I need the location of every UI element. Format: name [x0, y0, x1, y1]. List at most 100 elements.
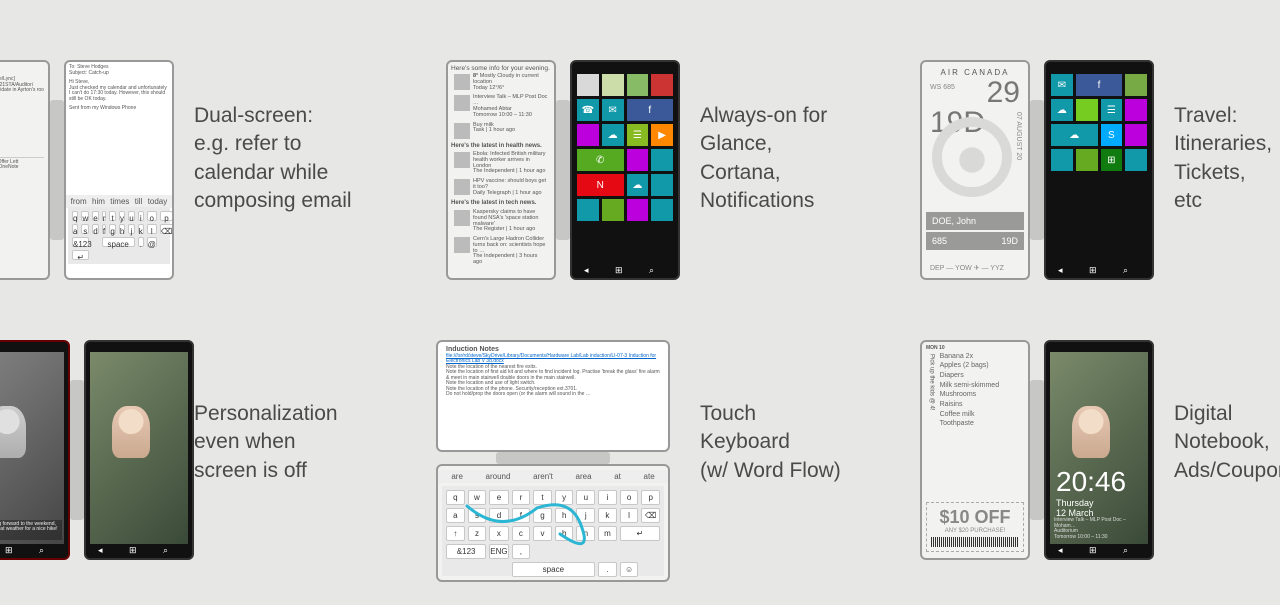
key[interactable]: s [468, 508, 487, 523]
key[interactable]: w [81, 211, 89, 221]
key-backspace[interactable]: ⌫ [641, 508, 660, 523]
tile[interactable]: ⊞ [1101, 149, 1123, 171]
key[interactable]: a [446, 508, 465, 523]
key[interactable]: y [119, 211, 125, 221]
tile[interactable]: ▶ [651, 124, 673, 146]
tile[interactable]: N [577, 174, 624, 196]
key[interactable]: o [620, 490, 639, 505]
suggest-word[interactable]: at [614, 472, 621, 481]
key[interactable]: k [598, 508, 617, 523]
tile[interactable] [651, 74, 673, 96]
suggest-word[interactable]: today [148, 197, 168, 206]
key[interactable]: . [138, 237, 144, 247]
key[interactable]: l [620, 508, 639, 523]
key-num[interactable]: &123 [446, 544, 486, 559]
key[interactable]: m [598, 526, 617, 541]
key-num[interactable]: &123 [72, 237, 89, 247]
suggest-word[interactable]: around [486, 472, 511, 481]
nav-buttons[interactable]: ◂ ⊞ ⌕ [0, 545, 68, 556]
nav-buttons[interactable]: ◂ ⊞ ⌕ [1046, 545, 1152, 556]
key[interactable]: w [468, 490, 487, 505]
tile[interactable]: f [627, 99, 674, 121]
tile[interactable] [651, 174, 673, 196]
key[interactable]: . [598, 562, 617, 577]
key[interactable]: c [512, 526, 531, 541]
key[interactable]: f [512, 508, 531, 523]
key[interactable]: e [489, 490, 508, 505]
key-backspace[interactable]: ⌫ [160, 224, 173, 234]
key[interactable]: z [468, 526, 487, 541]
key[interactable]: p [160, 211, 173, 221]
tile[interactable]: ✉ [602, 99, 624, 121]
key[interactable]: g [109, 224, 115, 234]
tile[interactable] [651, 149, 673, 171]
suggest-word[interactable]: till [135, 197, 143, 206]
tile[interactable] [1051, 149, 1073, 171]
tile[interactable]: ☁ [627, 174, 649, 196]
key[interactable]: o [147, 211, 157, 221]
tile[interactable] [1125, 99, 1147, 121]
nav-buttons[interactable]: ◂ ⊞ ⌕ [572, 265, 678, 276]
start-tiles[interactable]: ☎✉f☁☰▶✆N☁ [577, 74, 673, 264]
key[interactable]: q [446, 490, 465, 505]
tile[interactable] [1076, 99, 1098, 121]
tile[interactable] [577, 124, 599, 146]
tile[interactable]: ☁ [602, 124, 624, 146]
suggest-word[interactable]: from [71, 197, 87, 206]
tile[interactable]: ☰ [627, 124, 649, 146]
nav-buttons[interactable]: ◂ ⊞ ⌕ [1046, 265, 1152, 276]
key[interactable]: j [128, 224, 134, 234]
key[interactable]: l [147, 224, 157, 234]
key[interactable]: p [641, 490, 660, 505]
key[interactable]: d [92, 224, 98, 234]
tile[interactable]: ☁ [1051, 99, 1073, 121]
key[interactable]: f [102, 224, 107, 234]
suggest-word[interactable]: times [110, 197, 129, 206]
key[interactable]: r [512, 490, 531, 505]
key-enter[interactable]: ↵ [620, 526, 660, 541]
tile[interactable] [1125, 124, 1147, 146]
key[interactable]: i [138, 211, 144, 221]
key[interactable]: s [81, 224, 89, 234]
keyboard[interactable]: qwertyuiop asdfghjkl⌫ ↑zxcvbnm↵ &123ENG,… [442, 486, 664, 576]
key-shift[interactable]: ↑ [446, 526, 465, 541]
key-space[interactable]: space [512, 562, 596, 577]
key[interactable]: g [533, 508, 552, 523]
key[interactable]: q [72, 211, 78, 221]
start-tiles[interactable]: ✉f☁☰☁S⊞ [1051, 74, 1147, 264]
tile[interactable] [651, 199, 673, 221]
keyboard[interactable]: qwertyuiop asdfghjkl⌫ &123space.@↵ [68, 207, 170, 264]
tile[interactable] [1076, 149, 1098, 171]
tile[interactable] [1125, 149, 1147, 171]
tile[interactable] [627, 149, 649, 171]
suggest-word[interactable]: area [576, 472, 592, 481]
key[interactable]: j [576, 508, 595, 523]
suggest-word[interactable]: are [451, 472, 463, 481]
tile[interactable] [602, 74, 624, 96]
key[interactable]: h [555, 508, 574, 523]
key[interactable]: d [489, 508, 508, 523]
key-enter[interactable]: ↵ [72, 250, 89, 260]
key[interactable]: y [555, 490, 574, 505]
key[interactable]: u [128, 211, 134, 221]
tile[interactable] [602, 199, 624, 221]
key[interactable]: v [533, 526, 552, 541]
key[interactable]: b [555, 526, 574, 541]
tile[interactable] [577, 199, 599, 221]
suggest-word[interactable]: him [92, 197, 105, 206]
key[interactable]: r [102, 211, 107, 221]
tile[interactable] [627, 199, 649, 221]
key[interactable]: e [92, 211, 98, 221]
key-lang[interactable]: ENG [489, 544, 508, 559]
tile[interactable] [1125, 74, 1147, 96]
key[interactable]: @ [147, 237, 157, 247]
key[interactable]: a [72, 224, 78, 234]
tile[interactable]: ☰ [1101, 99, 1123, 121]
key[interactable]: t [533, 490, 552, 505]
tile[interactable]: ☁ [1051, 124, 1098, 146]
key[interactable]: u [576, 490, 595, 505]
tile[interactable] [577, 74, 599, 96]
tile[interactable]: ✉ [1051, 74, 1073, 96]
tile[interactable]: ✆ [577, 149, 624, 171]
key[interactable]: t [109, 211, 115, 221]
